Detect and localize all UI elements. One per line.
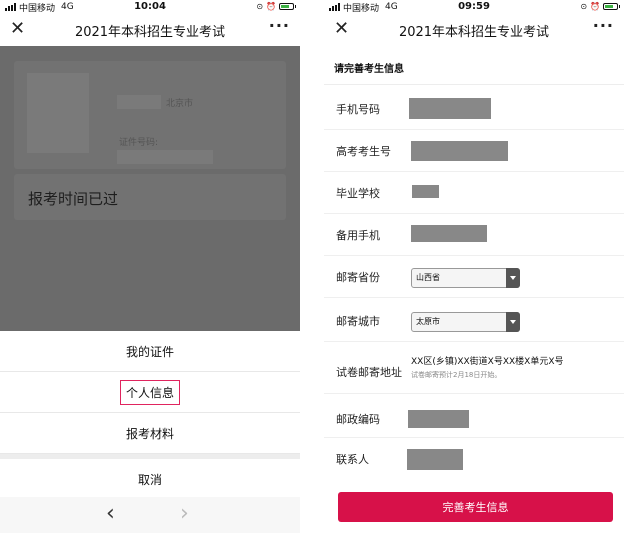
city-text: 北京市 (166, 99, 194, 109)
alarm-icon: ⏰ (590, 2, 600, 11)
province-value: 山西省 (416, 273, 440, 282)
submit-button[interactable]: 完善考生信息 (338, 492, 613, 522)
status-bar: 中国移动 4G 09:59 ⊙ ⏰ (324, 0, 624, 14)
address-row: 试卷邮寄地址 XX区(乡镇)XX街道X号XX楼X单元X号 试卷邮寄预计2月18日… (324, 346, 624, 394)
clock: 09:59 (458, 1, 490, 12)
phone-row: 手机号码 (324, 88, 624, 130)
id-redacted (117, 150, 213, 164)
backup-phone-label: 备用手机 (336, 229, 380, 242)
chevron-down-icon (506, 312, 520, 332)
cancel-button[interactable]: 取消 (0, 459, 300, 500)
photo-placeholder (27, 73, 89, 153)
status-text: 报考时间已过 (28, 190, 119, 208)
contact-field[interactable] (407, 449, 463, 470)
more-icon[interactable]: ··· (593, 16, 614, 35)
lock-rotation-icon: ⊙ (580, 2, 588, 11)
sheet-item-label: 个人信息 (119, 379, 180, 405)
sheet-item-personal-info[interactable]: 个人信息 (0, 372, 300, 413)
name-redacted (117, 95, 161, 109)
close-icon[interactable]: ✕ (10, 18, 25, 40)
exam-no-row: 高考考生号 (324, 130, 624, 172)
backup-phone-row: 备用手机 (324, 214, 624, 256)
city-row: 邮寄城市 太原市 (324, 300, 624, 342)
dimmed-overlay[interactable]: 北京市 证件号码: 报考时间已过 (0, 46, 300, 331)
province-select[interactable]: 山西省 (411, 268, 520, 288)
nav-bar: ✕ 2021年本科招生专业考试 ··· (324, 14, 624, 46)
browser-toolbar: ‹ › (0, 497, 300, 533)
school-label: 毕业学校 (336, 187, 380, 200)
page-title: 2021年本科招生专业考试 (398, 24, 550, 40)
province-row: 邮寄省份 山西省 (324, 256, 624, 298)
address-label: 试卷邮寄地址 (336, 366, 402, 379)
clock: 10:04 (134, 1, 166, 12)
contact-label: 联系人 (336, 453, 369, 466)
sheet-item-label: 我的证件 (125, 344, 174, 359)
exam-no-label: 高考考生号 (336, 145, 391, 158)
chevron-left-icon[interactable]: ‹ (106, 501, 115, 526)
sheet-item-label: 报考材料 (125, 426, 174, 441)
chevron-down-icon (506, 268, 520, 288)
city-select[interactable]: 太原市 (411, 312, 520, 332)
id-card: 北京市 证件号码: (14, 61, 286, 169)
backup-phone-field[interactable] (411, 225, 487, 242)
alarm-icon: ⏰ (266, 2, 276, 11)
phone-label: 手机号码 (336, 103, 380, 116)
postcode-row: 邮政编码 (324, 396, 624, 438)
postcode-label: 邮政编码 (336, 413, 380, 426)
form-heading: 请完善考生信息 (334, 64, 404, 75)
postcode-field[interactable] (408, 410, 469, 428)
cancel-label: 取消 (137, 473, 162, 487)
lock-rotation-icon: ⊙ (256, 2, 264, 11)
id-label: 证件号码: (119, 138, 159, 148)
province-label: 邮寄省份 (336, 271, 380, 284)
right-screen: 中国移动 4G 09:59 ⊙ ⏰ ✕ 2021年本科招生专业考试 ··· 请完… (324, 0, 624, 533)
chevron-right-icon[interactable]: › (180, 501, 189, 526)
battery-icon (279, 3, 296, 10)
divider (324, 84, 624, 85)
status-bar: 中国移动 4G 10:04 ⊙ ⏰ (0, 0, 300, 14)
page-title: 2021年本科招生专业考试 (74, 24, 226, 40)
city-value: 太原市 (416, 317, 440, 326)
exam-no-field[interactable] (411, 141, 508, 161)
more-icon[interactable]: ··· (269, 16, 290, 35)
battery-icon (603, 3, 620, 10)
nav-bar: ✕ 2021年本科招生专业考试 ··· (0, 14, 300, 46)
address-note: 试卷邮寄预计2月18日开始。 (411, 371, 502, 379)
sheet-item-my-id[interactable]: 我的证件 (0, 331, 300, 372)
school-row: 毕业学校 (324, 172, 624, 214)
phone-field[interactable] (409, 98, 491, 119)
address-value[interactable]: XX区(乡镇)XX街道X号XX楼X单元X号 (411, 354, 564, 367)
sheet-item-materials[interactable]: 报考材料 (0, 413, 300, 454)
left-screen: 中国移动 4G 10:04 ⊙ ⏰ ✕ 2021年本科招生专业考试 ··· 北京… (0, 0, 300, 533)
action-sheet: 我的证件 个人信息 报考材料 取消 (0, 331, 300, 500)
city-label: 邮寄城市 (336, 315, 380, 328)
contact-row: 联系人 (324, 438, 624, 480)
school-field[interactable] (412, 185, 439, 198)
close-icon[interactable]: ✕ (334, 18, 349, 40)
